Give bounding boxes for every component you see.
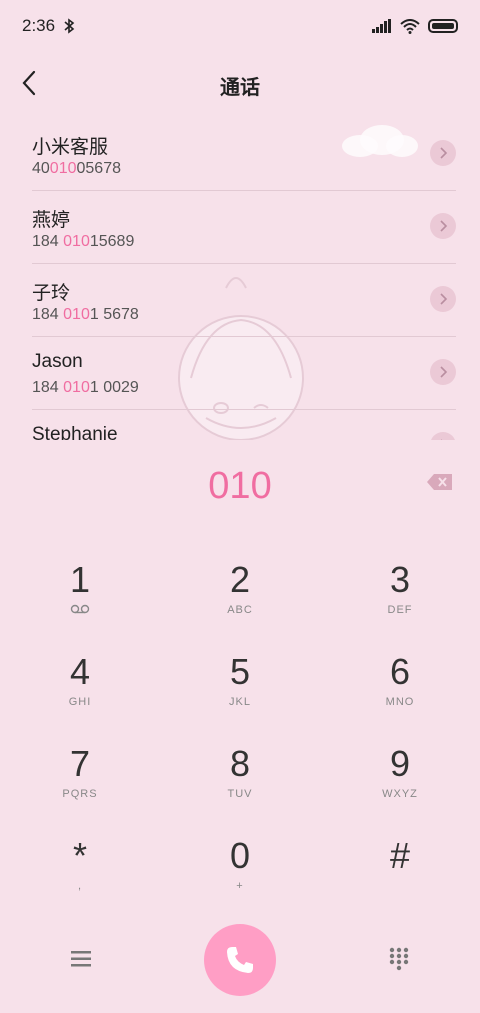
key-letters: MNO xyxy=(385,696,415,708)
contact-number: 4001005678 xyxy=(32,160,121,177)
chevron-right-icon xyxy=(440,220,448,232)
call-button[interactable] xyxy=(204,924,276,996)
signal-icon xyxy=(372,19,391,33)
dialed-number[interactable]: 010 xyxy=(0,458,480,514)
bottom-action-bar xyxy=(0,920,480,1000)
menu-icon[interactable] xyxy=(66,946,96,972)
status-time: 2:36 xyxy=(22,16,56,35)
contact-number: 184 0101 5678 xyxy=(32,306,139,323)
key-digit: 4 xyxy=(69,651,91,692)
contact-item[interactable]: Stephanie xyxy=(32,410,456,440)
battery-icon xyxy=(428,19,458,33)
app-header: 通话 xyxy=(0,60,480,108)
key-9[interactable]: 9 WXYZ xyxy=(320,732,480,824)
contact-name: 子玲 xyxy=(32,283,71,304)
key-digit: 3 xyxy=(389,559,411,600)
key-letters: DEF xyxy=(387,604,413,616)
contact-name: Jason xyxy=(32,351,83,372)
status-indicators xyxy=(372,18,458,34)
wifi-icon xyxy=(400,18,420,34)
contact-number: 184 0101 0029 xyxy=(32,379,139,396)
key-digit: 1 xyxy=(69,559,91,600)
key-digit: 5 xyxy=(229,651,251,692)
key-letters: TUV xyxy=(227,788,253,800)
key-digit: 8 xyxy=(229,743,251,784)
contact-detail-button[interactable] xyxy=(430,432,456,440)
key-letters: + xyxy=(236,880,244,892)
key-7[interactable]: 7 PQRS xyxy=(0,732,160,824)
key-digit: 2 xyxy=(229,559,251,600)
chevron-right-icon xyxy=(441,439,443,440)
key-1[interactable]: 1 xyxy=(0,548,160,640)
backspace-icon[interactable] xyxy=(426,472,454,492)
contact-name: 燕婷 xyxy=(32,210,71,231)
key-digit: 7 xyxy=(69,743,91,784)
dialpad-icon[interactable] xyxy=(386,946,412,972)
key-digit: 6 xyxy=(389,651,411,692)
key-hash[interactable]: # xyxy=(320,824,480,916)
contact-detail-button[interactable] xyxy=(430,359,456,385)
key-star[interactable]: * , xyxy=(0,824,160,916)
key-digit: 9 xyxy=(389,743,411,784)
key-letters: , xyxy=(77,880,83,892)
key-5[interactable]: 5 JKL xyxy=(160,640,320,732)
dialpad: 1 2 ABC 3 DEF 4 GHI 5 JKL 6 MNO 7 PQRS 8… xyxy=(0,548,480,916)
key-0[interactable]: 0 + xyxy=(160,824,320,916)
contact-number: 184 01015689 xyxy=(32,233,135,250)
key-letters: JKL xyxy=(229,696,251,708)
key-digit: # xyxy=(389,835,411,876)
key-letters: WXYZ xyxy=(382,788,418,800)
key-3[interactable]: 3 DEF xyxy=(320,548,480,640)
chevron-right-icon xyxy=(440,366,448,378)
bluetooth-icon xyxy=(64,18,75,34)
key-4[interactable]: 4 GHI xyxy=(0,640,160,732)
contact-item[interactable]: 燕婷 184 01015689 xyxy=(32,191,456,264)
key-digit: * xyxy=(72,835,87,876)
contact-item[interactable]: 子玲 184 0101 5678 xyxy=(32,264,456,337)
contact-suggestions-list: 小米客服 4001005678 燕婷 184 01015689 子玲 184 0… xyxy=(0,118,480,440)
phone-icon xyxy=(227,947,253,973)
contact-detail-button[interactable] xyxy=(430,286,456,312)
page-title: 通话 xyxy=(220,77,260,99)
key-letters: ABC xyxy=(227,604,253,616)
chevron-right-icon xyxy=(440,293,448,305)
key-2[interactable]: 2 ABC xyxy=(160,548,320,640)
voicemail-icon xyxy=(70,604,90,614)
key-letters: PQRS xyxy=(62,788,98,800)
contact-item[interactable]: Jason 184 0101 0029 xyxy=(32,337,456,410)
contact-item[interactable]: 小米客服 4001005678 xyxy=(32,118,456,191)
key-letters: GHI xyxy=(68,696,92,708)
contact-name: 小米客服 xyxy=(32,137,109,158)
contact-detail-button[interactable] xyxy=(430,140,456,166)
status-bar: 2:36 xyxy=(0,0,480,52)
key-6[interactable]: 6 MNO xyxy=(320,640,480,732)
chevron-right-icon xyxy=(440,147,448,159)
key-digit: 0 xyxy=(229,835,251,876)
key-8[interactable]: 8 TUV xyxy=(160,732,320,824)
contact-detail-button[interactable] xyxy=(430,213,456,239)
contact-name: Stephanie xyxy=(32,424,118,440)
